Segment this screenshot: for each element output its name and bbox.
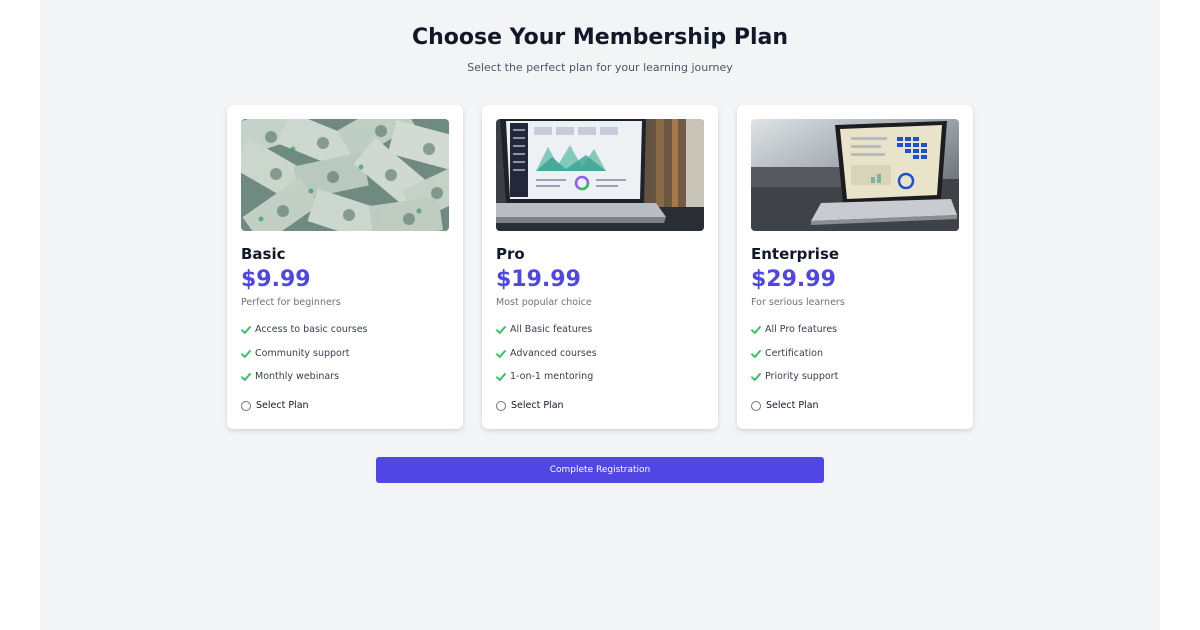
feature-item: Certification bbox=[751, 348, 838, 372]
feature-item: Monthly webinars bbox=[241, 371, 368, 395]
check-icon bbox=[241, 373, 251, 381]
feature-list: All Basic features Advanced courses 1-on… bbox=[496, 324, 597, 395]
check-icon bbox=[751, 326, 761, 334]
feature-label: Monthly webinars bbox=[255, 371, 340, 382]
select-plan-pro[interactable]: Select Plan bbox=[496, 400, 564, 411]
check-icon bbox=[241, 349, 251, 358]
feature-item: Access to basic courses bbox=[241, 324, 368, 348]
plan-name: Pro bbox=[496, 245, 525, 263]
feature-item: Priority support bbox=[751, 371, 838, 395]
select-plan-label[interactable]: Select Plan bbox=[511, 400, 564, 411]
complete-registration-button[interactable]: Complete Registration bbox=[376, 457, 824, 483]
feature-label: All Pro features bbox=[765, 324, 838, 335]
plan-name: Basic bbox=[241, 245, 286, 263]
select-plan-basic[interactable]: Select Plan bbox=[241, 400, 309, 411]
laptop-analytics-image bbox=[751, 119, 959, 231]
select-plan-label[interactable]: Select Plan bbox=[766, 400, 819, 411]
page-subtitle: Select the perfect plan for your learnin… bbox=[467, 61, 733, 74]
check-icon bbox=[496, 373, 506, 381]
plan-card-enterprise: Enterprise $29.99 For serious learners A… bbox=[737, 105, 973, 429]
radio-icon[interactable] bbox=[496, 400, 506, 411]
check-icon bbox=[751, 349, 761, 358]
check-icon bbox=[496, 326, 506, 334]
feature-item: All Pro features bbox=[751, 324, 838, 348]
radio-icon[interactable] bbox=[751, 400, 761, 411]
feature-label: Access to basic courses bbox=[255, 324, 368, 335]
plan-description: For serious learners bbox=[751, 297, 845, 308]
feature-label: Community support bbox=[255, 347, 350, 359]
plan-price: $19.99 bbox=[496, 267, 581, 292]
feature-list: Access to basic courses Community suppor… bbox=[241, 324, 368, 395]
feature-label: 1-on-1 mentoring bbox=[510, 371, 594, 382]
plan-card-pro: Pro $19.99 Most popular choice All Basic… bbox=[482, 105, 718, 429]
page-title: Choose Your Membership Plan bbox=[411, 25, 789, 50]
check-icon bbox=[751, 373, 761, 381]
plan-price: $9.99 bbox=[241, 267, 311, 292]
radio-icon[interactable] bbox=[241, 400, 251, 411]
feature-label: Certification bbox=[765, 347, 823, 359]
plan-description: Most popular choice bbox=[496, 297, 592, 308]
select-plan-enterprise[interactable]: Select Plan bbox=[751, 400, 819, 411]
feature-label: Advanced courses bbox=[510, 347, 597, 359]
plan-name: Enterprise bbox=[751, 245, 840, 263]
plan-card-basic: Basic $9.99 Perfect for beginners Access… bbox=[227, 105, 463, 429]
laptop-dashboard-image bbox=[496, 119, 704, 231]
money-image bbox=[241, 119, 449, 231]
plan-description: Perfect for beginners bbox=[241, 297, 341, 308]
feature-label: Priority support bbox=[765, 371, 839, 382]
feature-item: All Basic features bbox=[496, 324, 597, 348]
feature-item: Community support bbox=[241, 348, 368, 372]
feature-item: 1-on-1 mentoring bbox=[496, 371, 597, 395]
check-icon bbox=[496, 349, 506, 358]
feature-list: All Pro features Certification Priority … bbox=[751, 324, 838, 395]
check-icon bbox=[241, 326, 251, 334]
page-container: Choose Your Membership Plan Select the p… bbox=[40, 0, 1160, 630]
feature-label: All Basic features bbox=[510, 324, 593, 335]
feature-item: Advanced courses bbox=[496, 348, 597, 372]
select-plan-label[interactable]: Select Plan bbox=[256, 400, 309, 411]
plan-price: $29.99 bbox=[751, 267, 836, 292]
